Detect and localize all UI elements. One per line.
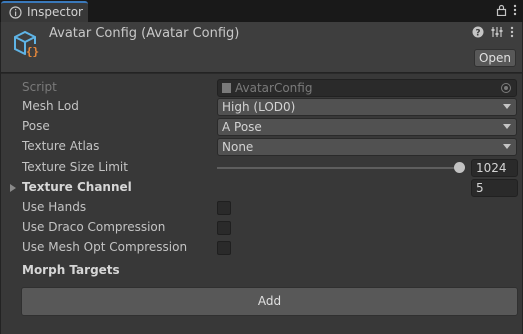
texture-size-limit-label: Texture Size Limit: [22, 160, 128, 174]
script-row: Script AvatarConfig: [1, 78, 522, 98]
tab-inspector[interactable]: Inspector: [1, 1, 88, 22]
chevron-down-icon: [503, 104, 511, 109]
pose-row: Pose A Pose: [1, 117, 522, 137]
tab-label: Inspector: [27, 5, 83, 19]
svg-text:?: ?: [475, 29, 480, 39]
component-title: Avatar Config (Avatar Config): [49, 26, 240, 41]
pose-value: A Pose: [222, 120, 262, 134]
use-hands-checkbox[interactable]: [217, 201, 231, 215]
context-menu-icon[interactable]: [510, 26, 514, 41]
open-button[interactable]: Open: [474, 49, 516, 67]
texture-atlas-dropdown[interactable]: None: [217, 138, 517, 156]
mesh-lod-row: Mesh Lod High (LOD0): [1, 97, 522, 117]
use-draco-checkbox[interactable]: [217, 221, 231, 235]
texture-size-slider-track[interactable]: [217, 167, 460, 169]
morph-targets-row: Morph Targets: [1, 261, 522, 281]
use-hands-row: Use Hands: [1, 198, 522, 218]
presets-icon[interactable]: [491, 26, 503, 41]
component-header: {} Avatar Config (Avatar Config) ? Open: [1, 22, 522, 73]
use-hands-label: Use Hands: [22, 200, 87, 214]
add-morph-target-button[interactable]: Add: [21, 287, 518, 316]
foldout-arrow-icon[interactable]: [10, 184, 16, 192]
texture-atlas-label: Texture Atlas: [22, 139, 100, 153]
use-draco-row: Use Draco Compression: [1, 218, 522, 238]
svg-text:{}: {}: [26, 45, 39, 58]
use-draco-label: Use Draco Compression: [22, 220, 166, 234]
pose-dropdown[interactable]: A Pose: [217, 118, 517, 136]
mesh-lod-dropdown[interactable]: High (LOD0): [217, 98, 517, 116]
script-label: Script: [22, 80, 57, 94]
scriptable-object-icon: {}: [11, 28, 41, 60]
texture-atlas-row: Texture Atlas None: [1, 137, 522, 157]
texture-size-slider-thumb[interactable]: [454, 162, 465, 173]
header-actions: ?: [472, 26, 514, 41]
info-icon: [9, 6, 22, 19]
texture-size-limit-row: Texture Size Limit 1024: [1, 158, 522, 178]
script-value: AvatarConfig: [235, 81, 313, 95]
texture-channel-label[interactable]: Texture Channel: [22, 180, 132, 194]
more-icon[interactable]: [513, 4, 517, 19]
lock-icon[interactable]: [496, 4, 507, 19]
inspector-panel: {} Avatar Config (Avatar Config) ? Open …: [0, 22, 523, 334]
object-picker-icon: [501, 83, 511, 93]
chevron-down-icon: [503, 124, 511, 129]
chevron-down-icon: [503, 144, 511, 149]
script-field: AvatarConfig: [217, 79, 517, 97]
use-mesh-opt-label: Use Mesh Opt Compression: [22, 240, 188, 254]
header-divider: [1, 73, 522, 74]
pose-label: Pose: [22, 119, 50, 133]
mesh-lod-value: High (LOD0): [222, 100, 296, 114]
script-file-icon: [222, 83, 231, 93]
texture-channel-size-input[interactable]: 5: [471, 179, 518, 197]
texture-atlas-value: None: [222, 140, 254, 154]
mesh-lod-label: Mesh Lod: [22, 99, 79, 113]
texture-size-input[interactable]: 1024: [471, 159, 518, 177]
use-mesh-opt-row: Use Mesh Opt Compression: [1, 238, 522, 258]
morph-targets-label: Morph Targets: [22, 263, 120, 277]
texture-channel-row: Texture Channel 5: [1, 178, 522, 198]
tab-bar: Inspector: [0, 0, 523, 22]
tab-actions: [496, 2, 517, 20]
use-mesh-opt-checkbox[interactable]: [217, 241, 231, 255]
help-icon[interactable]: ?: [472, 26, 484, 41]
